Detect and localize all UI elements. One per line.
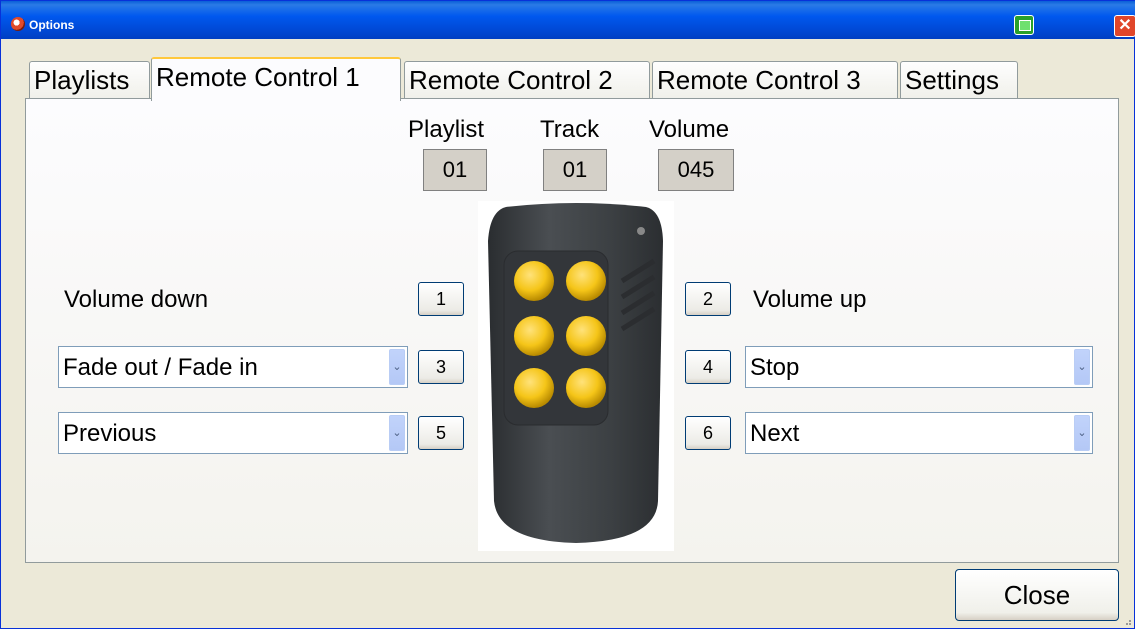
volume-label: Volume bbox=[649, 116, 730, 143]
printer-icon[interactable] bbox=[1014, 15, 1034, 35]
playlist-label: Playlist bbox=[408, 116, 485, 143]
close-button[interactable]: Close bbox=[955, 569, 1119, 621]
button-5[interactable]: 5 bbox=[418, 416, 464, 450]
tab-remote-control-2[interactable]: Remote Control 2 bbox=[404, 61, 650, 99]
button-3-action-select[interactable]: Fade out / Fade in ⌄ bbox=[58, 346, 408, 388]
window-close-button[interactable]: ✕ bbox=[1114, 15, 1135, 37]
tab-playlists[interactable]: Playlists bbox=[29, 61, 150, 99]
chevron-down-icon[interactable]: ⌄ bbox=[389, 349, 405, 385]
button-4[interactable]: 4 bbox=[685, 350, 731, 384]
chevron-down-icon[interactable]: ⌄ bbox=[1074, 415, 1090, 451]
remote-control-image bbox=[478, 201, 674, 551]
tab-remote-control-1[interactable]: Remote Control 1 bbox=[151, 57, 401, 101]
button-1-action-label: Volume down bbox=[64, 286, 209, 313]
window-title: Options bbox=[29, 18, 75, 32]
close-icon: ✕ bbox=[1118, 17, 1132, 34]
button-2-action-label: Volume up bbox=[753, 286, 867, 313]
options-window: Options ✕ Playlists Remote Control 1 Rem… bbox=[0, 0, 1135, 629]
title-bar[interactable]: Options ✕ bbox=[1, 1, 1135, 39]
remote-control-illustration bbox=[488, 203, 663, 543]
tab-settings[interactable]: Settings bbox=[900, 61, 1018, 99]
button-4-action-value: Stop bbox=[750, 354, 800, 381]
button-3-action-value: Fade out / Fade in bbox=[63, 354, 258, 381]
resize-grip-icon[interactable] bbox=[1122, 616, 1132, 626]
button-5-action-select[interactable]: Previous ⌄ bbox=[58, 412, 408, 454]
chevron-down-icon[interactable]: ⌄ bbox=[1074, 349, 1090, 385]
button-1[interactable]: 1 bbox=[418, 282, 464, 316]
button-2[interactable]: 2 bbox=[685, 282, 731, 316]
button-6-action-value: Next bbox=[750, 420, 800, 447]
volume-readout: 045 bbox=[658, 149, 734, 191]
button-4-action-select[interactable]: Stop ⌄ bbox=[745, 346, 1093, 388]
button-6[interactable]: 6 bbox=[685, 416, 731, 450]
track-label: Track bbox=[540, 116, 600, 143]
app-icon bbox=[11, 17, 25, 31]
chevron-down-icon[interactable]: ⌄ bbox=[389, 415, 405, 451]
button-3[interactable]: 3 bbox=[418, 350, 464, 384]
button-6-action-select[interactable]: Next ⌄ bbox=[745, 412, 1093, 454]
button-5-action-value: Previous bbox=[63, 420, 157, 447]
playlist-readout: 01 bbox=[423, 149, 487, 191]
track-readout: 01 bbox=[543, 149, 607, 191]
tab-remote-control-3[interactable]: Remote Control 3 bbox=[652, 61, 898, 99]
